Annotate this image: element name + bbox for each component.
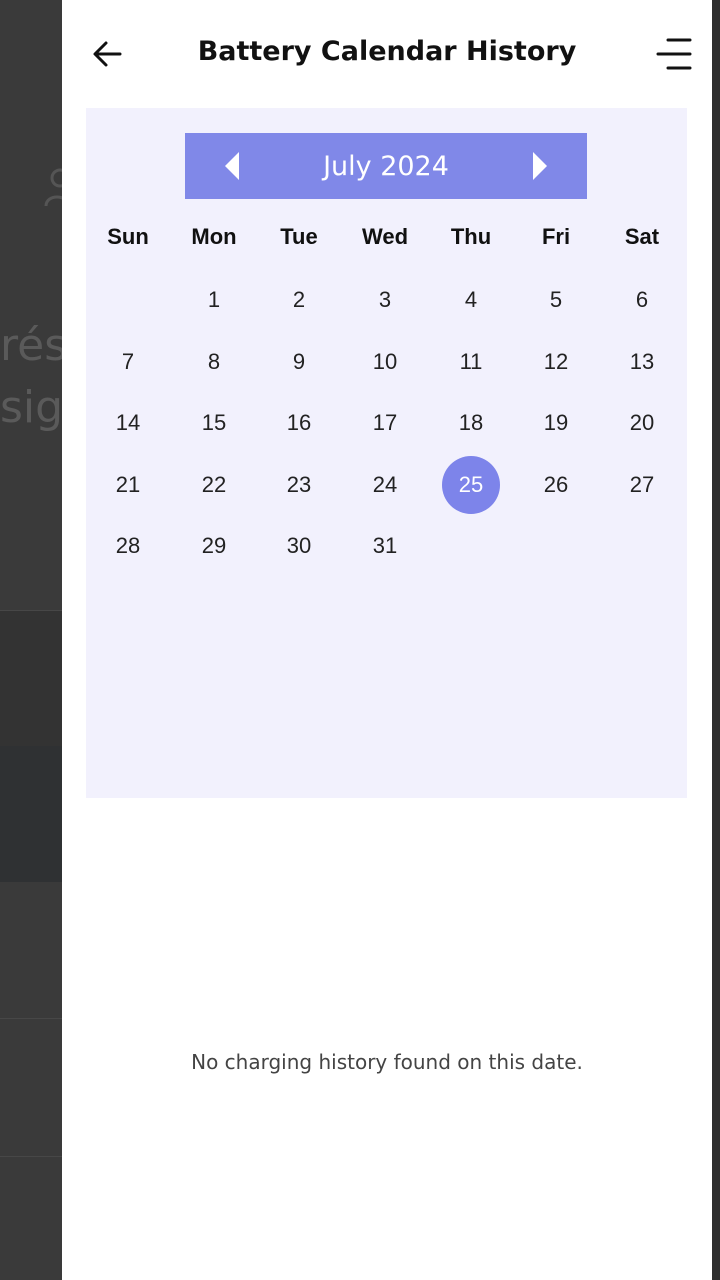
calendar: July 2024 Sun Mon Tue Wed Thu Fri Sat 12345678… xyxy=(86,108,687,798)
calendar-day[interactable]: 28 xyxy=(99,517,157,575)
calendar-day[interactable]: 12 xyxy=(527,333,585,391)
calendar-day[interactable]: 30 xyxy=(270,517,328,575)
background-section xyxy=(0,746,62,882)
calendar-day[interactable]: 2 xyxy=(270,271,328,329)
background-text: rés xyxy=(0,320,68,371)
calendar-day[interactable]: 27 xyxy=(613,456,671,514)
calendar-day[interactable]: 11 xyxy=(442,333,500,391)
background-text: sig xyxy=(0,382,64,433)
menu-icon xyxy=(656,38,692,70)
calendar-day[interactable]: 20 xyxy=(613,394,671,452)
calendar-day[interactable]: 7 xyxy=(99,333,157,391)
background-section xyxy=(0,610,62,747)
calendar-day[interactable]: 8 xyxy=(185,333,243,391)
calendar-day[interactable]: 15 xyxy=(185,394,243,452)
screen-edge xyxy=(712,0,720,1280)
weekday-mon: Mon xyxy=(191,224,237,249)
next-month-button[interactable] xyxy=(519,147,559,185)
triangle-right-icon xyxy=(533,152,547,180)
calendar-day[interactable]: 14 xyxy=(99,394,157,452)
calendar-day[interactable]: 31 xyxy=(356,517,414,575)
menu-button[interactable] xyxy=(654,36,694,72)
calendar-day[interactable]: 18 xyxy=(442,394,500,452)
page-title: Battery Calendar History xyxy=(197,36,577,67)
calendar-day[interactable]: 24 xyxy=(356,456,414,514)
calendar-day[interactable]: 23 xyxy=(270,456,328,514)
background-divider xyxy=(0,1156,62,1157)
month-label: July 2024 xyxy=(323,151,449,182)
calendar-day[interactable]: 16 xyxy=(270,394,328,452)
weekday-sun: Sun xyxy=(107,224,149,249)
weekday-thu: Thu xyxy=(450,224,492,249)
weekday-wed: Wed xyxy=(361,224,409,249)
calendar-day[interactable]: 6 xyxy=(613,271,671,329)
calendar-day[interactable]: 17 xyxy=(356,394,414,452)
calendar-day[interactable]: 19 xyxy=(527,394,585,452)
calendar-day[interactable]: 5 xyxy=(527,271,585,329)
empty-state-message: No charging history found on this date. xyxy=(191,1050,583,1074)
calendar-day[interactable]: 29 xyxy=(185,517,243,575)
calendar-day[interactable]: 1 xyxy=(185,271,243,329)
month-header: July 2024 xyxy=(185,133,587,199)
calendar-day[interactable]: 13 xyxy=(613,333,671,391)
weekday-sat: Sat xyxy=(624,224,660,249)
weekday-tue: Tue xyxy=(280,224,318,249)
calendar-history-panel: Battery Calendar History July 2024 Sun Mo… xyxy=(62,0,712,1280)
calendar-day[interactable]: 22 xyxy=(185,456,243,514)
calendar-day[interactable]: 21 xyxy=(99,456,157,514)
top-bar: Battery Calendar History xyxy=(62,0,712,108)
weekday-fri: Fri xyxy=(541,224,571,249)
weekday-row: Sun Mon Tue Wed Thu Fri Sat xyxy=(86,224,687,254)
selected-day[interactable]: 25 xyxy=(442,456,500,514)
background-divider xyxy=(0,1018,62,1019)
calendar-day[interactable]: 26 xyxy=(527,456,585,514)
calendar-day[interactable]: 9 xyxy=(270,333,328,391)
calendar-day[interactable]: 4 xyxy=(442,271,500,329)
calendar-day[interactable]: 3 xyxy=(356,271,414,329)
calendar-day[interactable]: 10 xyxy=(356,333,414,391)
